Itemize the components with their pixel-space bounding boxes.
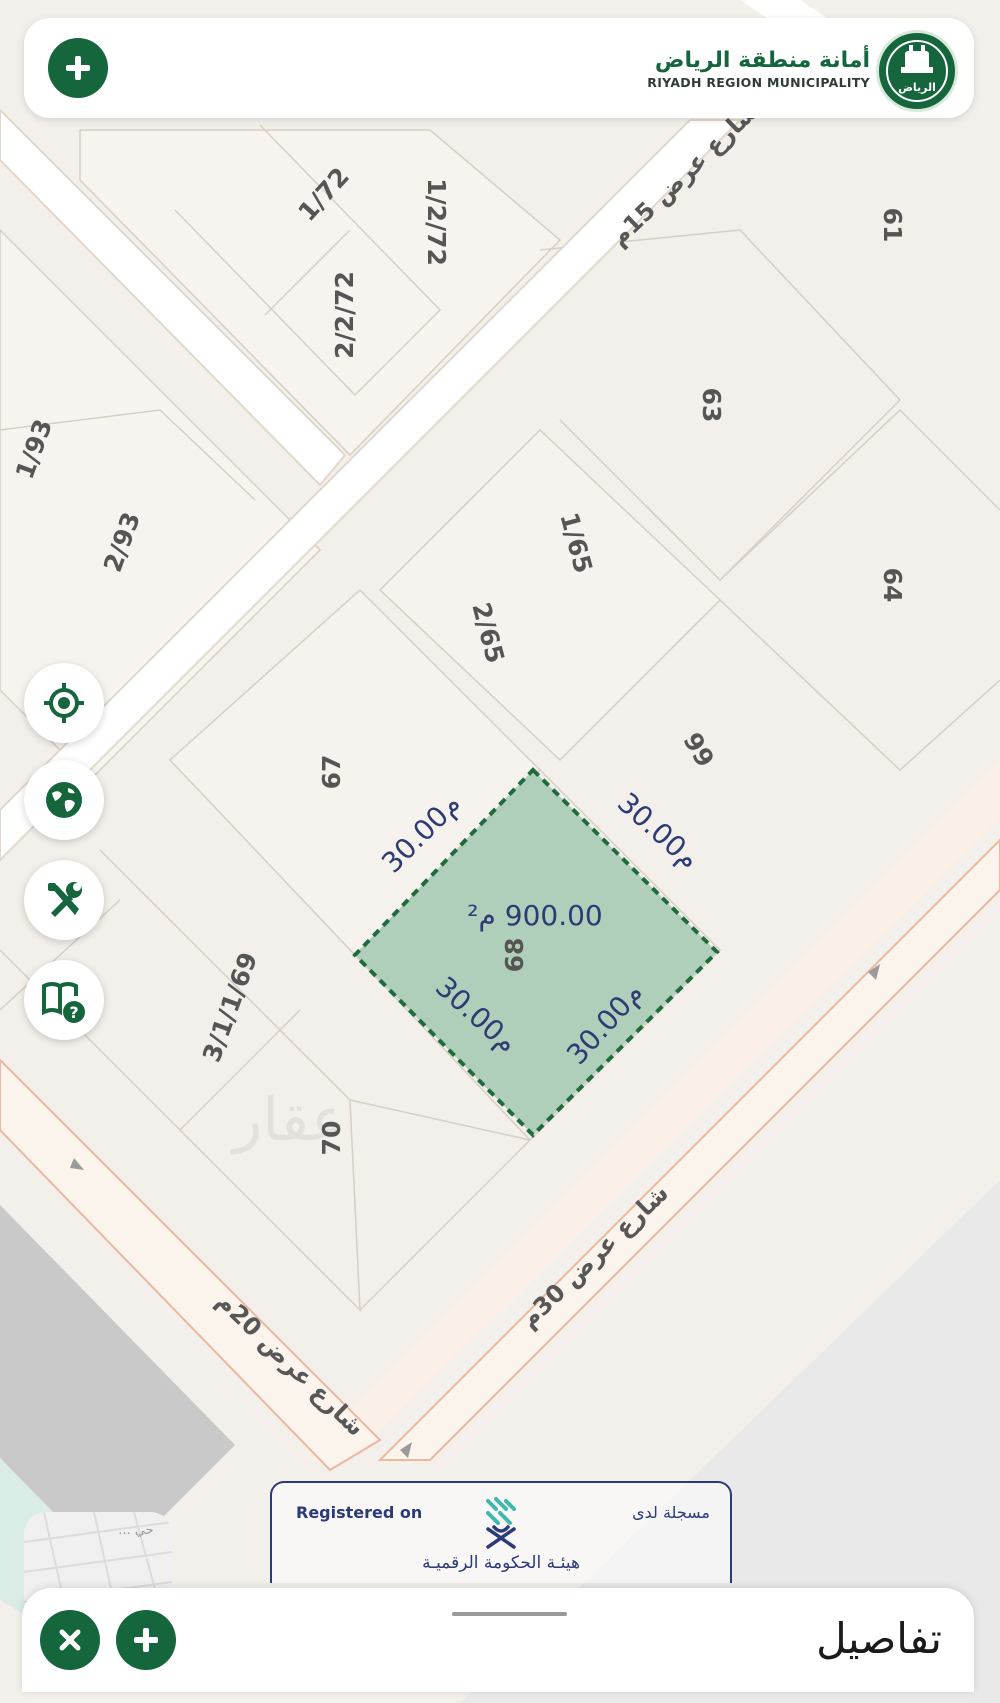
- parcel-map[interactable]: عقار 1/72 1/2/72 2/2/72 61 63 1/93 2/93 …: [0, 0, 1000, 1703]
- minimap-label: حي ...: [118, 1523, 153, 1538]
- locate-button[interactable]: [24, 663, 104, 743]
- parcel-label: 61: [878, 208, 907, 243]
- parcel-label: 64: [878, 568, 907, 603]
- plus-icon: [134, 1628, 158, 1652]
- add-details-button[interactable]: [116, 1610, 176, 1670]
- authority-name: هيئـة الحكومة الرقميـة: [422, 1553, 580, 1573]
- locate-icon: [44, 683, 84, 723]
- area-label: 900.00 م²: [467, 899, 602, 932]
- sheet-title: تفاصيل: [816, 1614, 942, 1663]
- add-button[interactable]: [48, 38, 108, 98]
- parcel-label: 1/2/72: [422, 178, 451, 266]
- parcel-label: 68: [500, 938, 529, 973]
- tools-icon: [48, 882, 82, 917]
- municipality-name: أمانة منطقة الرياض RIYADH REGION MUNICIP…: [647, 48, 870, 92]
- header-bar: أمانة منطقة الرياض RIYADH REGION MUNICIP…: [24, 18, 974, 118]
- svg-text:?: ?: [69, 1003, 78, 1022]
- municipality-name-ar: أمانة منطقة الرياض: [654, 48, 870, 73]
- close-icon: [59, 1629, 81, 1651]
- dga-logo-icon: [486, 1497, 516, 1549]
- municipality-name-en: RIYADH REGION MUNICIPALITY: [647, 75, 870, 90]
- close-button[interactable]: [40, 1610, 100, 1670]
- registered-on-label: Registered on: [296, 1503, 423, 1522]
- tools-button[interactable]: [24, 860, 104, 940]
- registered-on-label-ar: مسجلة لدى: [632, 1503, 710, 1522]
- globe-icon: [46, 782, 82, 818]
- plus-icon: [66, 56, 90, 80]
- parcel-label: 63: [697, 388, 726, 423]
- drag-handle[interactable]: [452, 1612, 567, 1616]
- municipality-emblem-icon: الرياض: [886, 40, 948, 102]
- parcel-label: 2/2/72: [330, 271, 359, 359]
- registration-banner: Registered on مسجلة لدى هيئـة الحكومة ال…: [270, 1481, 732, 1583]
- municipality-logo: الرياض: [876, 30, 958, 112]
- help-book-icon: ?: [42, 982, 85, 1023]
- details-sheet[interactable]: تفاصيل: [22, 1588, 974, 1692]
- help-guide-button[interactable]: ?: [24, 960, 104, 1040]
- parcel-label: 67: [317, 755, 346, 790]
- basemap-button[interactable]: [24, 760, 104, 840]
- parcel-label: 70: [317, 1121, 346, 1156]
- svg-text:الرياض: الرياض: [898, 81, 936, 94]
